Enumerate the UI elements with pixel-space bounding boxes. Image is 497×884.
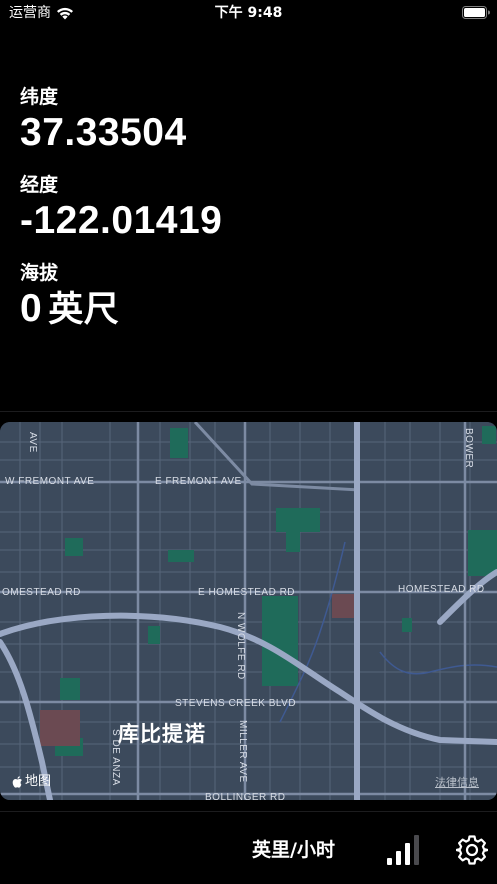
street-label-ave: AVE xyxy=(27,432,38,453)
latitude-value: 37.33504 xyxy=(20,111,187,154)
altitude-value-row: 0 英尺 xyxy=(20,288,119,331)
longitude-value: -122.01419 xyxy=(20,199,223,242)
street-label-bowers: BOWER xyxy=(463,428,474,468)
apple-logo-icon xyxy=(12,776,22,788)
altitude-value: 0 xyxy=(20,287,43,330)
longitude-label: 经度 xyxy=(20,174,59,196)
longitude-readout: 经度 -122.01419 xyxy=(20,174,222,242)
street-label-bollinger: BOLLINGER RD xyxy=(205,792,285,800)
maps-brand-label: 地图 xyxy=(25,774,52,789)
street-label-homestead-east: HOMESTEAD RD xyxy=(398,584,485,595)
map-canvas[interactable]: W FREMONT AVE E FREMONT AVE OMESTEAD RD … xyxy=(0,422,497,800)
bottom-toolbar: 英里/小时 xyxy=(0,811,497,884)
battery-icon xyxy=(462,6,490,19)
street-label-w-fremont: W FREMONT AVE xyxy=(5,476,94,487)
street-label-stevens-creek: STEVENS CREEK BLVD xyxy=(175,698,296,709)
latitude-readout: 纬度 37.33504 xyxy=(20,86,187,154)
status-time: 下午 9:48 xyxy=(214,5,283,21)
street-label-miller: MILLER AVE xyxy=(237,720,248,783)
status-bar: 运营商 下午 9:48 xyxy=(0,0,497,26)
map-view[interactable]: W FREMONT AVE E FREMONT AVE OMESTEAD RD … xyxy=(0,422,497,800)
section-divider xyxy=(0,411,497,412)
settings-gear-icon[interactable] xyxy=(456,834,488,866)
altitude-readout: 海拔 0 英尺 xyxy=(20,262,119,331)
speed-unit-button[interactable]: 英里/小时 xyxy=(252,838,335,862)
maps-attribution: 地图 xyxy=(11,774,51,790)
altitude-unit: 英尺 xyxy=(48,290,120,330)
street-label-homestead-west: OMESTEAD RD xyxy=(2,587,81,598)
city-label: 库比提诺 xyxy=(118,722,206,746)
street-label-e-homestead: E HOMESTEAD RD xyxy=(198,587,295,598)
street-label-e-fremont: E FREMONT AVE xyxy=(155,476,242,487)
street-label-n-wolfe: N WOLFE RD xyxy=(235,612,246,680)
legal-info-link[interactable]: 法律信息 xyxy=(435,776,479,790)
gps-signal-icon[interactable] xyxy=(386,834,420,866)
altitude-label: 海拔 xyxy=(20,262,59,284)
latitude-label: 纬度 xyxy=(20,86,59,108)
